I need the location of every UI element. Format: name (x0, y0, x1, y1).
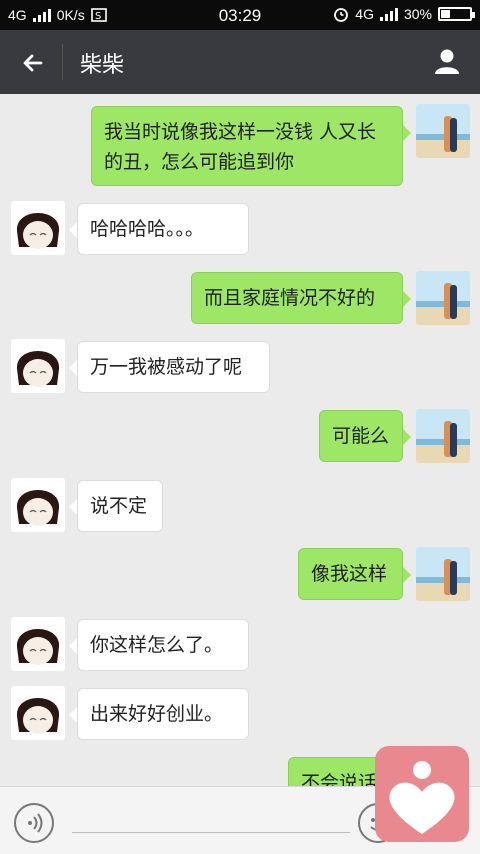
contact-avatar[interactable] (11, 478, 65, 532)
my-avatar[interactable] (416, 271, 470, 325)
message-bubble-sent[interactable]: 而且家庭情况不好的 (191, 272, 411, 324)
message-text: 而且家庭情况不好的 (204, 287, 376, 309)
battery-icon (438, 7, 475, 21)
message-bubble-received[interactable]: 说不定 (69, 480, 163, 532)
message-bubble-sent[interactable]: 我当时说像我这样一没钱 人又长的丑，怎么可能追到你 (91, 106, 411, 186)
my-avatar[interactable] (416, 104, 470, 158)
person-icon[interactable] (432, 46, 462, 76)
header-divider (62, 44, 63, 80)
heart-logo (375, 746, 469, 842)
alarm-icon (334, 8, 349, 22)
message-text: 我当时说像我这样一没钱 人又长的丑，怎么可能追到你 (104, 121, 377, 173)
message-text: 哈哈哈哈。。。 (90, 218, 205, 240)
contact-avatar[interactable] (11, 201, 65, 255)
message-bubble-received[interactable]: 哈哈哈哈。。。 (69, 203, 249, 255)
status-bar: 4G 0K/s S 03:29 4G 30% (0, 0, 480, 30)
message-bubble-sent[interactable]: 像我这样 (298, 548, 411, 600)
chat-header: 柴柴 (0, 30, 480, 94)
message-bubble-received[interactable]: 出来好好创业。 (69, 688, 249, 740)
battery-percent: 30% (403, 6, 432, 22)
message-text: 万一我被感动了呢 (90, 356, 243, 378)
contact-avatar[interactable] (11, 339, 65, 393)
message-bubble-received[interactable]: 万一我被感动了呢 (69, 341, 270, 393)
network-type-right: 4G (355, 6, 374, 22)
message-text: 说不定 (90, 495, 148, 517)
message-text: 像我这样 (311, 563, 388, 585)
my-avatar[interactable] (416, 547, 470, 601)
message-bubble-received[interactable]: 你这样怎么了。 (69, 619, 249, 671)
message-input[interactable] (72, 832, 350, 833)
message-text: 可能么 (332, 425, 390, 447)
message-text: 出来好好创业。 (90, 703, 224, 725)
my-avatar[interactable] (416, 409, 470, 463)
message-bubble-sent[interactable]: 可能么 (319, 410, 411, 462)
contact-avatar[interactable] (11, 686, 65, 740)
message-text: 你这样怎么了。 (90, 634, 224, 656)
chat-title: 柴柴 (80, 53, 125, 78)
voice-icon[interactable] (14, 803, 54, 843)
signal-icon-right (379, 7, 398, 21)
back-arrow-icon[interactable] (18, 48, 48, 78)
contact-avatar[interactable] (11, 617, 65, 671)
